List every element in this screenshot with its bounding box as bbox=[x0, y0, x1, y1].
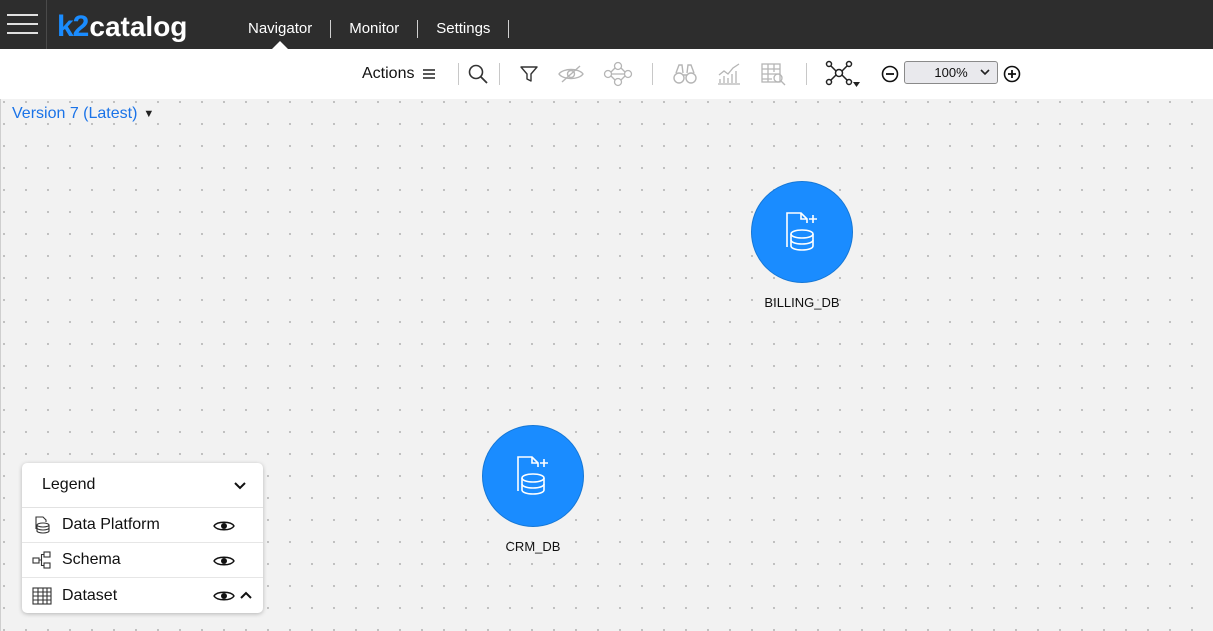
legend-item-label: Dataset bbox=[62, 586, 118, 604]
search-icon[interactable] bbox=[466, 61, 490, 87]
zoom-select[interactable]: 100% bbox=[904, 61, 998, 84]
toolbar-divider bbox=[458, 63, 459, 85]
legend-item-dataset: Dataset bbox=[22, 578, 263, 613]
database-add-icon bbox=[786, 212, 817, 251]
menu-icon[interactable] bbox=[0, 0, 47, 49]
toolbar: Actions 100% bbox=[0, 49, 1213, 99]
node-label: BILLING_DB bbox=[764, 295, 840, 310]
caret-down-icon: ▼ bbox=[143, 108, 155, 120]
nav-divider bbox=[508, 19, 510, 38]
legend-header[interactable]: Legend bbox=[22, 463, 263, 508]
top-bar: k2 catalog Navigator Monitor Settings bbox=[0, 0, 1213, 49]
node-circle[interactable] bbox=[482, 425, 584, 527]
binoculars-icon[interactable] bbox=[672, 61, 698, 87]
chart-icon[interactable] bbox=[716, 61, 742, 87]
eye-icon[interactable] bbox=[213, 519, 235, 533]
schema-icon bbox=[32, 550, 52, 570]
zoom-out-icon[interactable] bbox=[880, 61, 900, 87]
nav-settings[interactable]: Settings bbox=[418, 0, 508, 49]
logo-k2: k2 bbox=[57, 10, 89, 43]
table-search-icon[interactable] bbox=[760, 61, 788, 87]
data-platform-icon bbox=[32, 515, 52, 535]
nav-monitor[interactable]: Monitor bbox=[331, 0, 417, 49]
eye-icon[interactable] bbox=[213, 589, 235, 603]
network-icon[interactable] bbox=[825, 60, 861, 87]
logo-catalog: catalog bbox=[89, 11, 188, 42]
filter-icon[interactable] bbox=[518, 61, 540, 87]
toolbar-divider bbox=[499, 63, 500, 85]
database-add-icon bbox=[517, 456, 548, 495]
chevron-up-icon[interactable] bbox=[239, 589, 253, 601]
zoom-in-icon[interactable] bbox=[1002, 61, 1022, 87]
version-selector[interactable]: Version 7 (Latest) ▼ bbox=[12, 105, 154, 123]
toolbar-divider bbox=[806, 63, 807, 85]
legend-item-schema: Schema bbox=[22, 543, 263, 578]
main-nav: Navigator Monitor Settings bbox=[230, 0, 510, 49]
chevron-down-icon bbox=[980, 69, 990, 76]
legend-item-data-platform: Data Platform bbox=[22, 508, 263, 543]
hide-icon[interactable] bbox=[557, 61, 585, 87]
legend-item-label: Data Platform bbox=[62, 516, 160, 533]
chevron-down-icon[interactable] bbox=[233, 481, 247, 491]
nav-navigator[interactable]: Navigator bbox=[230, 0, 330, 49]
graph-icon[interactable] bbox=[603, 61, 633, 87]
actions-menu-button[interactable]: Actions bbox=[362, 61, 442, 87]
legend-title: Legend bbox=[42, 476, 96, 493]
zoom-value: 100% bbox=[934, 65, 968, 80]
legend-item-label: Schema bbox=[62, 551, 121, 568]
node-label: CRM_DB bbox=[505, 539, 561, 554]
app-logo[interactable]: k2 catalog bbox=[57, 8, 187, 42]
actions-label: Actions bbox=[362, 65, 415, 82]
version-label: Version 7 (Latest) bbox=[12, 105, 138, 122]
dataset-icon bbox=[32, 586, 52, 606]
legend-panel: Legend Data Platform Schema Dataset bbox=[22, 463, 263, 613]
toolbar-divider bbox=[652, 63, 653, 85]
node-billing-db[interactable]: BILLING_DB bbox=[751, 181, 853, 310]
eye-icon[interactable] bbox=[213, 554, 235, 568]
node-circle[interactable] bbox=[751, 181, 853, 283]
node-crm-db[interactable]: CRM_DB bbox=[482, 425, 584, 554]
list-menu-icon bbox=[423, 69, 436, 79]
